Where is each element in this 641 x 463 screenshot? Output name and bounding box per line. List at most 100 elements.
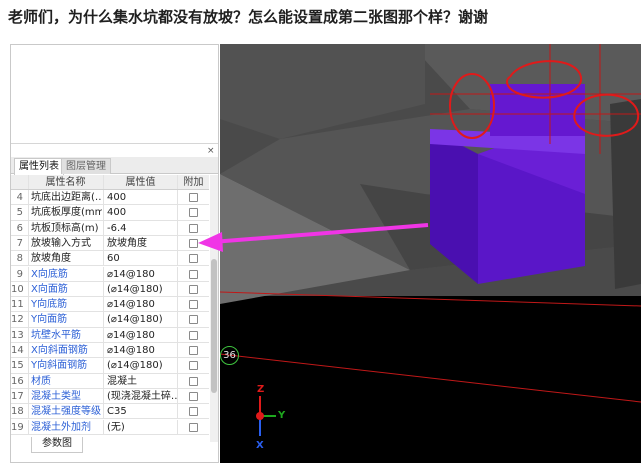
extra-checkbox[interactable] [189,223,198,233]
row-index: 13 [11,329,24,341]
row-index: 4 [16,192,23,203]
extra-cell [177,419,209,434]
tab-parameter-diagram[interactable]: 参数图 [31,437,83,453]
extra-checkbox[interactable] [189,238,198,248]
property-name: X向面筋 [28,281,102,297]
property-value[interactable]: (无) [103,419,177,434]
property-name: 坑壁水平筋 [28,327,102,342]
z-axis-label: Z [257,384,265,395]
table-row[interactable]: 8 放坡角度 60 [11,251,209,267]
table-row[interactable]: 12 Y向面筋 (⌀14@180) [11,312,209,328]
property-value[interactable]: ⌀14@180 [103,343,177,358]
property-name: Y向底筋 [28,297,102,312]
property-value[interactable]: C35 [103,404,177,419]
table-row[interactable]: 13 坑壁水平筋 ⌀14@180 [11,327,209,343]
property-name: X向斜面钢筋 [28,343,102,358]
table-row[interactable]: 15 Y向斜面钢筋 (⌀14@180) [11,358,209,374]
property-value[interactable]: (⌀14@180) [103,281,177,297]
tab-property-list[interactable]: 属性列表 [14,158,64,175]
extra-cell [177,358,209,373]
property-value[interactable]: ⌀14@180 [103,297,177,312]
extra-cell [177,404,209,419]
table-row[interactable]: 5 坑底板厚度(mm) 400 [11,205,209,221]
extra-cell [177,281,209,297]
scrollbar-thumb[interactable] [211,259,217,393]
row-index: 14 [11,345,24,356]
3d-scene [220,44,641,463]
extra-cell [177,190,209,205]
row-index: 9 [16,268,23,280]
row-index: 5 [16,207,23,219]
row-index: 11 [11,299,24,311]
extra-checkbox[interactable] [189,269,198,279]
row-index: 6 [16,222,23,234]
row-index: 15 [11,360,24,372]
extra-checkbox[interactable] [189,376,198,386]
property-name: 材质 [28,373,102,388]
row-index: 8 [16,253,23,265]
extra-checkbox[interactable] [189,208,198,218]
extra-checkbox[interactable] [189,391,198,401]
close-icon[interactable]: × [207,147,215,156]
table-row[interactable]: 19 混凝土外加剂 (无) [11,419,209,435]
table-row[interactable]: 10 X向面筋 (⌀14@180) [11,281,209,298]
table-row[interactable]: 17 混凝土类型 (现浇混凝土碎… [11,388,209,405]
extra-checkbox[interactable] [189,300,198,310]
table-row[interactable]: 11 Y向底筋 ⌀14@180 [11,297,209,313]
header-extra: 附加 [177,175,209,189]
property-value[interactable]: 400 [103,190,177,205]
property-value[interactable]: (⌀14@180) [103,312,177,327]
table-row[interactable]: 18 混凝土强度等级 C35 [11,404,209,420]
property-grid: 属性名称 属性值 附加 4 坑底出边距离(… 400 5 坑底板厚度(mm) 400 6 坑板… [11,175,209,463]
dark-column [610,99,641,289]
property-value[interactable]: 60 [103,251,177,266]
tab-layer-management[interactable]: 图层管理 [61,158,111,174]
table-row[interactable]: 16 材质 混凝土 [11,373,209,389]
extra-checkbox[interactable] [189,284,198,294]
extra-cell [177,312,209,327]
property-value[interactable]: ⌀14@180 [103,266,177,281]
row-index: 12 [11,314,24,326]
property-value[interactable]: ⌀14@180 [103,327,177,342]
property-value[interactable]: 混凝土 [103,373,177,388]
property-name: 混凝土外加剂 [28,419,102,434]
panel-tab-strip: 属性列表 图层管理 [11,157,218,175]
property-value[interactable]: 400 [103,205,177,220]
property-name: Y向面筋 [28,312,102,327]
table-row[interactable]: 4 坑底出边距离(… 400 [11,190,209,206]
extra-cell [177,251,209,266]
property-value[interactable]: (现浇混凝土碎… [103,388,177,404]
grid-label-badge: 36 [220,346,239,365]
extra-checkbox[interactable] [189,315,198,325]
property-value[interactable]: -6.4 [103,220,177,235]
y-axis-label: Y [278,410,286,421]
extra-cell [177,343,209,358]
extra-checkbox[interactable] [189,193,198,202]
extra-cell [177,297,209,312]
extra-checkbox[interactable] [189,346,198,355]
extra-cell [177,373,209,388]
extra-cell [177,220,209,235]
property-value[interactable]: (⌀14@180) [103,358,177,373]
header-value: 属性值 [103,175,177,189]
row-index: 19 [11,421,24,433]
extra-checkbox[interactable] [189,407,198,417]
table-row[interactable]: 14 X向斜面钢筋 ⌀14@180 [11,343,209,359]
property-name: 坑底出边距离(… [28,190,102,205]
row-index: 18 [11,406,24,418]
table-row[interactable]: 6 坑板顶标高(m) -6.4 [11,220,209,236]
extra-cell [177,266,209,281]
table-row[interactable]: 7 放坡输入方式 放坡角度 [11,235,209,252]
extra-checkbox[interactable] [189,422,198,432]
3d-viewport[interactable]: 36 Z Y X [220,44,641,463]
post-title: 老师们，为什么集水坑都没有放坡？怎么能设置成第二张图那个样？谢谢 [8,8,489,26]
property-value[interactable]: 放坡角度 [103,235,177,251]
extra-checkbox[interactable] [189,361,198,371]
extra-cell [177,327,209,342]
grid-scrollbar[interactable] [210,175,218,442]
property-name: 放坡角度 [28,251,102,266]
extra-checkbox[interactable] [189,330,198,340]
table-row[interactable]: 9 X向底筋 ⌀14@180 [11,266,209,282]
extra-cell [177,388,209,404]
extra-checkbox[interactable] [189,254,198,264]
